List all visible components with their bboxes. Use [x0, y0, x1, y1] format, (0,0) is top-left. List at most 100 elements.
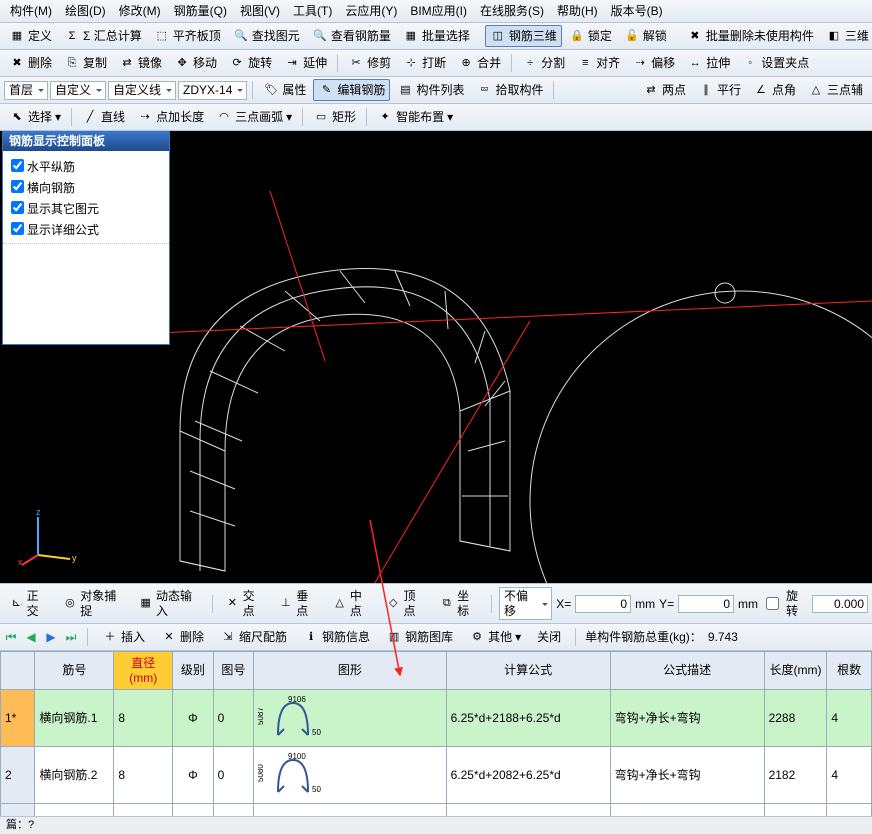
btn-parallel[interactable]: ∥平行 — [693, 79, 746, 101]
nav-first[interactable]: ⏮ — [4, 630, 18, 644]
combo-offset[interactable]: 不偏移 — [499, 587, 552, 620]
panel-checkbox[interactable] — [11, 159, 24, 172]
col-header[interactable]: 长度(mm) — [764, 652, 827, 690]
btn-line[interactable]: ╱直线 — [77, 106, 130, 128]
tbtn-6[interactable]: ◫钢筋三维 — [485, 25, 562, 47]
tbtn-5[interactable]: ▦批量选择 — [398, 25, 475, 47]
nav-prev[interactable]: ◀ — [24, 630, 38, 644]
btn-delete[interactable]: ✕删除 — [156, 626, 209, 648]
btn-osnap[interactable]: ◎对象捕捉 — [58, 586, 130, 621]
col-header[interactable]: 根数 — [827, 652, 872, 690]
btn-perp[interactable]: ⊥垂点 — [274, 586, 324, 621]
tbtn-7[interactable]: ⊹打断 — [398, 52, 451, 74]
menu-item[interactable]: 视图(V) — [234, 2, 286, 20]
combo-line[interactable]: 自定义线 — [108, 81, 176, 99]
panel-option[interactable]: 显示详细公式 — [7, 218, 165, 239]
input-y[interactable]: 0 — [678, 595, 734, 613]
btn-cross[interactable]: ✕交点 — [220, 586, 270, 621]
btn-3pt[interactable]: △三点辅 — [803, 79, 868, 101]
menu-item[interactable]: 帮助(H) — [551, 2, 604, 20]
btn-other[interactable]: ⚙其他▾ — [464, 626, 526, 648]
col-header[interactable]: 级别 — [173, 652, 214, 690]
col-header[interactable]: 计算公式 — [446, 652, 610, 690]
table-row[interactable]: 1*横向钢筋.18Φ050879106506.25*d+2188+6.25*d弯… — [1, 689, 872, 746]
col-header[interactable]: 直径(mm) — [114, 652, 173, 690]
btn-info[interactable]: ℹ钢筋信息 — [298, 626, 375, 648]
btn-list[interactable]: ▤构件列表 — [392, 79, 469, 101]
input-x[interactable]: 0 — [575, 595, 631, 613]
combo-code[interactable]: ZDYX-14 — [178, 81, 247, 99]
tbtn-4[interactable]: ⟳旋转 — [224, 52, 277, 74]
btn-coord[interactable]: ⧉坐标 — [434, 586, 484, 621]
btn-mid[interactable]: △中点 — [327, 586, 377, 621]
chk-rot[interactable] — [766, 597, 779, 610]
table-row[interactable]: 2横向钢筋.28Φ050809100506.25*d+2082+6.25*d弯钩… — [1, 746, 872, 803]
panel-checkbox[interactable] — [11, 222, 24, 235]
combo-floor[interactable]: 首层 — [4, 81, 48, 99]
btn-select[interactable]: ⬉选择▾ — [4, 106, 66, 128]
panel-option[interactable]: 水平纵筋 — [7, 155, 165, 176]
menu-item[interactable]: BIM应用(I) — [404, 2, 473, 20]
tbtn-3[interactable]: ✥移动 — [169, 52, 222, 74]
btn-angle[interactable]: ∠点角 — [748, 79, 801, 101]
input-rot[interactable]: 0.000 — [812, 595, 868, 613]
tbtn-1[interactable]: ⎘复制 — [59, 52, 112, 74]
combo-def[interactable]: 自定义 — [50, 81, 106, 99]
btn-2pt[interactable]: ⇄两点 — [638, 79, 691, 101]
tbtn-13[interactable]: ◦设置夹点 — [737, 52, 814, 74]
btn-arc[interactable]: ◠三点画弧▾ — [211, 106, 297, 128]
menu-item[interactable]: 云应用(Y) — [339, 2, 403, 20]
col-header[interactable]: 图号 — [213, 652, 254, 690]
panel-option[interactable]: 显示其它图元 — [7, 197, 165, 218]
btn-dyn[interactable]: ▦动态输入 — [133, 586, 205, 621]
tbtn-1[interactable]: ΣΣ 汇总计算 — [59, 25, 147, 47]
btn-smart[interactable]: ✦智能布置▾ — [372, 106, 458, 128]
tbtn-3[interactable]: 🔍查找图元 — [228, 25, 305, 47]
table-row[interactable]: 3水平纵筋.16Φ3450450+12.5*d净长+两倍弯钩52523 — [1, 803, 872, 816]
panel-checkbox[interactable] — [11, 201, 24, 214]
rebar-grid[interactable]: 筋号直径(mm)级别图号图形计算公式公式描述长度(mm)根数1*横向钢筋.18Φ… — [0, 651, 872, 816]
tbtn-11[interactable]: ⇢偏移 — [627, 52, 680, 74]
nav-last[interactable]: ⏭ — [64, 630, 78, 644]
tbtn-10[interactable]: ≡对齐 — [572, 52, 625, 74]
tbtn-8[interactable]: ⊕合并 — [453, 52, 506, 74]
col-header[interactable]: 图形 — [254, 652, 446, 690]
tbtn-6[interactable]: ✂修剪 — [343, 52, 396, 74]
panel-option[interactable]: 横向钢筋 — [7, 176, 165, 197]
tbtn-0[interactable]: ✖删除 — [4, 52, 57, 74]
tbtn-12[interactable]: ↔拉伸 — [682, 52, 735, 74]
menu-item[interactable]: 钢筋量(Q) — [168, 2, 233, 20]
btn-close[interactable]: 关闭 — [532, 627, 566, 647]
btn-length[interactable]: ⇢点加长度 — [132, 106, 209, 128]
tbtn-4[interactable]: 🔍查看钢筋量 — [307, 25, 396, 47]
btn-attr[interactable]: 🏷属性 — [258, 79, 311, 101]
menu-item[interactable]: 工具(T) — [287, 2, 338, 20]
menu-item[interactable]: 在线服务(S) — [474, 2, 550, 20]
tbtn-9[interactable]: ÷分割 — [517, 52, 570, 74]
panel-checkbox[interactable] — [11, 180, 24, 193]
tbtn-7[interactable]: 🔒锁定 — [564, 25, 617, 47]
btn-lib[interactable]: ▥钢筋图库 — [381, 626, 458, 648]
menu-item[interactable]: 绘图(D) — [59, 2, 112, 20]
btn-rect[interactable]: ▭矩形 — [308, 106, 361, 128]
tbtn-10[interactable]: ◧三维 — [821, 25, 872, 47]
menu-item[interactable]: 版本号(B) — [605, 2, 669, 20]
tbtn-9[interactable]: ✖批量删除未使用构件 — [682, 25, 819, 47]
btn-ortho[interactable]: ⊾正交 — [4, 586, 54, 621]
btn-insert[interactable]: ＋插入 — [97, 626, 150, 648]
viewport-3d[interactable]: z y x 钢筋显示控制面板 水平纵筋横向钢筋显示其它图元显示详细公式 — [0, 131, 872, 583]
col-header[interactable] — [1, 652, 35, 690]
menu-item[interactable]: 修改(M) — [113, 2, 167, 20]
menu-item[interactable]: 构件(M) — [4, 2, 58, 20]
col-header[interactable]: 公式描述 — [610, 652, 764, 690]
btn-vert[interactable]: ◇顶点 — [381, 586, 431, 621]
nav-next[interactable]: ▶ — [44, 630, 58, 644]
col-header[interactable]: 筋号 — [35, 652, 114, 690]
rebar-display-panel[interactable]: 钢筋显示控制面板 水平纵筋横向钢筋显示其它图元显示详细公式 — [2, 131, 170, 344]
tbtn-0[interactable]: ▦定义 — [4, 25, 57, 47]
btn-pick[interactable]: ⮹拾取构件 — [471, 79, 548, 101]
tbtn-5[interactable]: ⇥延伸 — [279, 52, 332, 74]
btn-scale[interactable]: ⇲缩尺配筋 — [215, 626, 292, 648]
btn-edit-rebar[interactable]: ✎编辑钢筋 — [313, 79, 390, 101]
tbtn-2[interactable]: ⬚平齐板顶 — [149, 25, 226, 47]
